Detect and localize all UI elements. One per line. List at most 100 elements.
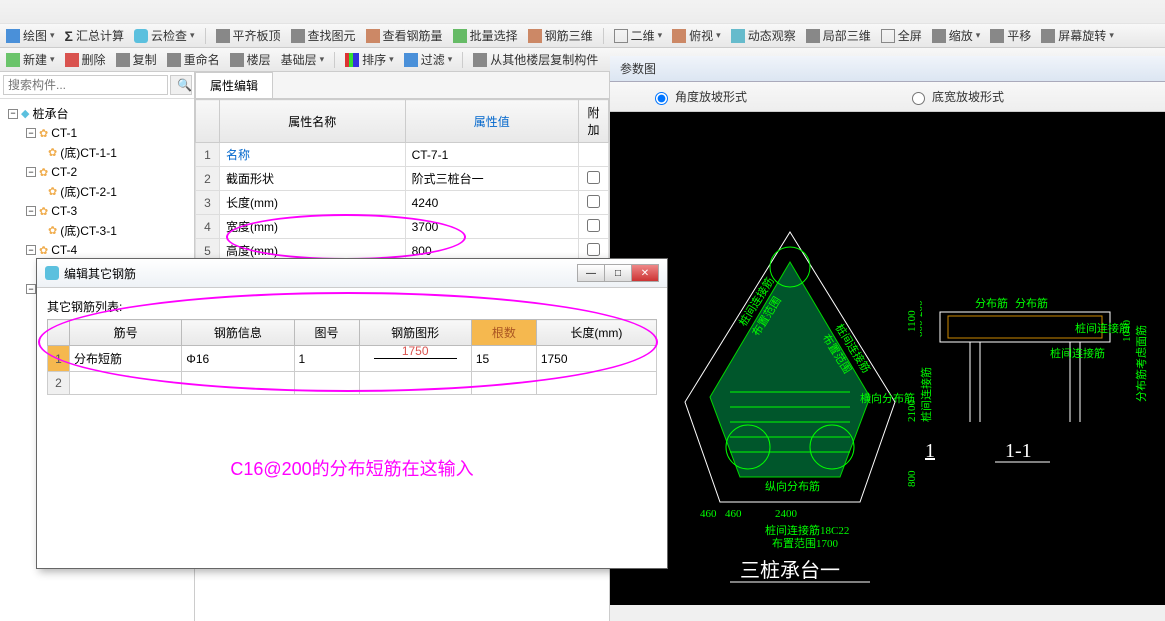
col-length[interactable]: 长度(mm) — [536, 320, 656, 346]
filter-button[interactable]: 过滤▾ — [404, 51, 453, 68]
svg-text:200: 200 — [920, 300, 925, 317]
gear-icon: ✿ — [48, 185, 57, 198]
svg-text:460: 460 — [725, 508, 742, 520]
search-icon: 🔍 — [177, 78, 192, 92]
property-row[interactable]: 4宽度(mm)3700 — [196, 215, 609, 239]
tree-root[interactable]: −◆桩承台 — [4, 103, 190, 124]
dialog-icon — [45, 266, 59, 280]
tab-property-edit[interactable]: 属性编辑 — [195, 72, 273, 98]
rebar-row[interactable]: 1分布短筋Φ1611750151750 — [48, 346, 657, 372]
top-view-button[interactable]: 俯视▾ — [672, 27, 721, 44]
folder-icon: ◆ — [21, 107, 29, 120]
gear-icon: ✿ — [39, 166, 48, 179]
level-slab-button[interactable]: 平齐板顶 — [216, 27, 281, 44]
grid-icon — [473, 53, 487, 67]
pan-button[interactable]: 平移 — [990, 27, 1031, 44]
sigma-icon: Σ — [65, 28, 73, 44]
col-figure-number[interactable]: 图号 — [294, 320, 359, 346]
property-row[interactable]: 2截面形状阶式三桩台一 — [196, 167, 609, 191]
copy-from-floor-button[interactable]: 从其他楼层复制构件 — [473, 51, 598, 68]
svg-text:2400: 2400 — [775, 508, 798, 520]
find-icon — [291, 29, 305, 43]
draw-button[interactable]: 绘图▾ — [6, 27, 55, 44]
radio-angle-slope[interactable]: 角度放坡形式 — [650, 88, 747, 105]
local-3d-button[interactable]: 局部三维 — [806, 27, 871, 44]
rename-button[interactable]: 重命名 — [167, 51, 220, 68]
batch-icon — [453, 29, 467, 43]
divider — [603, 28, 604, 44]
floor-button[interactable]: 楼层 — [230, 51, 271, 68]
find-element-button[interactable]: 查找图元 — [291, 27, 356, 44]
tree-item-child[interactable]: ✿(底)CT-1-1 — [4, 142, 190, 163]
rotate-icon — [1041, 29, 1055, 43]
col-prop-value: 属性值 — [405, 100, 578, 143]
stairs-icon — [230, 53, 244, 67]
col-bar-shape[interactable]: 钢筋图形 — [359, 320, 471, 346]
batch-select-button[interactable]: 批量选择 — [453, 27, 518, 44]
list-label: 其它钢筋列表: — [47, 298, 657, 315]
base-layer-select[interactable]: 基础层▾ — [281, 51, 325, 68]
addon-checkbox[interactable] — [587, 219, 600, 232]
property-row[interactable]: 3长度(mm)4240 — [196, 191, 609, 215]
delete-button[interactable]: 删除 — [65, 51, 106, 68]
tree-item[interactable]: −✿CT-3 — [4, 202, 190, 220]
addon-checkbox[interactable] — [587, 171, 600, 184]
rename-icon — [167, 53, 181, 67]
cloud-check-button[interactable]: 云检查▾ — [134, 27, 195, 44]
viewer-header: 参数图 — [610, 56, 1165, 82]
addon-checkbox[interactable] — [587, 195, 600, 208]
delete-icon — [65, 53, 79, 67]
new-button[interactable]: 新建▾ — [6, 51, 55, 68]
sort-button[interactable]: 排序▾ — [345, 51, 394, 68]
col-rownum — [196, 100, 220, 143]
view-rebar-button[interactable]: 查看钢筋量 — [366, 27, 443, 44]
tree-item[interactable]: −✿CT-2 — [4, 163, 190, 181]
rotate-button[interactable]: 屏幕旋转▾ — [1041, 27, 1114, 44]
col-prop-addon: 附加 — [579, 100, 609, 143]
topview-icon — [672, 29, 686, 43]
gear-icon: ✿ — [39, 127, 48, 140]
orbit-icon — [731, 29, 745, 43]
divider — [334, 52, 335, 68]
fullscreen-button[interactable]: 全屏 — [881, 27, 922, 44]
two-d-button[interactable]: 二维▾ — [614, 27, 663, 44]
rebar-3d-button[interactable]: 钢筋三维 — [528, 27, 593, 44]
parameter-viewer: 参数图 角度放坡形式 底宽放坡形式 桩间连接筋 布置范围 桩间连接筋 布置范围 … — [610, 56, 1165, 605]
maximize-button[interactable]: □ — [604, 264, 632, 282]
divider — [205, 28, 206, 44]
svg-text:分布筋: 分布筋 — [1015, 296, 1048, 310]
minimize-button[interactable]: — — [577, 264, 605, 282]
col-bar-number[interactable]: 筋号 — [70, 320, 182, 346]
tree-item-child[interactable]: ✿(底)CT-2-1 — [4, 181, 190, 202]
drawing-canvas[interactable]: 桩间连接筋 布置范围 桩间连接筋 布置范围 横向分布筋 纵向分布筋 1100 2… — [610, 112, 1165, 605]
fullscreen-icon — [881, 29, 895, 43]
col-bar-info[interactable]: 钢筋信息 — [182, 320, 294, 346]
orbit-button[interactable]: 动态观察 — [731, 27, 796, 44]
tree-item-child[interactable]: ✿(底)CT-3-1 — [4, 220, 190, 241]
rebar-row[interactable]: 2 — [48, 372, 657, 395]
tree-item[interactable]: −✿CT-1 — [4, 124, 190, 142]
gear-icon: ✿ — [48, 224, 57, 237]
zoom-button[interactable]: 缩放▾ — [932, 27, 981, 44]
property-row[interactable]: 1名称CT-7-1 — [196, 143, 609, 167]
tree-item[interactable]: −✿CT-4 — [4, 241, 190, 259]
copy-icon — [116, 53, 130, 67]
svg-text:800: 800 — [906, 470, 918, 487]
col-count[interactable]: 根数 — [471, 320, 536, 346]
edit-other-rebar-dialog: 编辑其它钢筋 — □ ✕ 其它钢筋列表: 筋号 钢筋信息 图号 钢筋图形 根数 … — [36, 258, 668, 569]
close-button[interactable]: ✕ — [631, 264, 659, 282]
svg-text:三桩承台一: 三桩承台一 — [740, 559, 840, 582]
pencil-icon — [6, 29, 20, 43]
sort-icon — [345, 53, 359, 67]
svg-text:1040: 1040 — [1121, 320, 1133, 343]
svg-text:1100: 1100 — [906, 310, 918, 332]
search-input[interactable] — [3, 75, 168, 95]
sum-button[interactable]: Σ汇总计算 — [65, 27, 124, 44]
svg-text:桩间连接筋: 桩间连接筋 — [920, 367, 933, 422]
search-button[interactable]: 🔍 — [170, 75, 192, 95]
addon-checkbox[interactable] — [587, 243, 600, 256]
divider — [462, 52, 463, 68]
svg-text:桩间连接筋: 桩间连接筋 — [1050, 346, 1105, 360]
radio-bottom-width-slope[interactable]: 底宽放坡形式 — [907, 88, 1004, 105]
copy-button[interactable]: 复制 — [116, 51, 157, 68]
